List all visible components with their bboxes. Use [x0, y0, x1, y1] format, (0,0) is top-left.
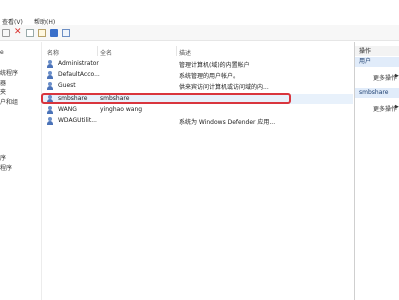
table-row[interactable]: DefaultAcco... 系统管理的用户帐户。	[43, 70, 353, 80]
tree-item[interactable]: 序	[0, 153, 6, 162]
menu-bar: 查看(V) 帮助(H)	[0, 0, 399, 26]
user-icon	[46, 106, 54, 114]
column-header-fullname[interactable]: 全名	[100, 48, 112, 57]
tree-item[interactable]: 程序	[0, 163, 12, 172]
actions-section-users[interactable]: 用户	[355, 57, 399, 67]
cell-description: 供来宾访问计算机或访问域的内...	[179, 84, 269, 91]
chevron-right-icon: ▶	[395, 104, 399, 110]
tree-item[interactable]: 统程序	[0, 68, 18, 77]
help-icon[interactable]	[50, 29, 58, 37]
user-icon	[46, 82, 54, 90]
cell-fullname: yinghao wang	[100, 106, 143, 113]
cell-name: WANG	[58, 106, 77, 113]
delete-icon[interactable]: ✕	[14, 26, 22, 37]
export-icon[interactable]	[38, 29, 46, 37]
cell-name: Guest	[58, 82, 76, 89]
table-row[interactable]: WANG yinghao wang	[43, 105, 353, 115]
column-separator[interactable]	[97, 46, 98, 56]
properties-icon[interactable]	[26, 29, 34, 37]
user-icon	[46, 71, 54, 79]
cell-description: 管理计算机(域)的内置帐户	[179, 62, 250, 69]
toolbar: ✕	[0, 25, 399, 41]
user-list: 名称 全名 描述 Administrator 管理计算机(域)的内置帐户 Def…	[43, 42, 353, 300]
tree-item[interactable]: 器	[0, 78, 6, 87]
cell-description: 系统管理的用户帐户。	[179, 73, 240, 80]
cell-name: Administrator	[58, 60, 99, 67]
tree-item[interactable]: 夹	[0, 87, 6, 96]
more-actions-link[interactable]: 更多操作	[373, 104, 397, 113]
table-row[interactable]: Administrator 管理计算机(域)的内置帐户	[43, 59, 353, 69]
table-row[interactable]: Guest 供来宾访问计算机或访问域的内...	[43, 81, 353, 91]
user-icon	[46, 117, 54, 125]
table-row[interactable]: WDAGUtilit... 系统为 Windows Defender 应用...	[43, 116, 353, 126]
more-actions-link[interactable]: 更多操作	[373, 73, 397, 82]
tree-item-local-users-groups[interactable]: 户和组	[0, 97, 18, 106]
column-separator[interactable]	[176, 46, 177, 56]
actions-section-selected[interactable]: smbshare	[355, 88, 399, 98]
back-icon[interactable]	[2, 29, 10, 37]
column-header-name[interactable]: 名称	[47, 48, 59, 57]
user-icon	[46, 60, 54, 68]
navigation-tree: e 统程序 器 夹 户和组 序 程序	[0, 42, 42, 300]
actions-title: 操作	[355, 46, 399, 56]
tree-item[interactable]: e	[0, 49, 4, 56]
selection-highlight	[41, 93, 291, 104]
column-header-description[interactable]: 描述	[179, 48, 191, 57]
cell-name: DefaultAcco...	[58, 71, 100, 78]
chevron-right-icon: ▶	[395, 73, 399, 79]
actions-pane: 操作 用户 更多操作 ▶ smbshare 更多操作 ▶	[354, 42, 399, 300]
cell-name: WDAGUtilit...	[58, 117, 97, 124]
cell-description: 系统为 Windows Defender 应用...	[179, 119, 276, 126]
view-icon[interactable]	[62, 29, 70, 37]
